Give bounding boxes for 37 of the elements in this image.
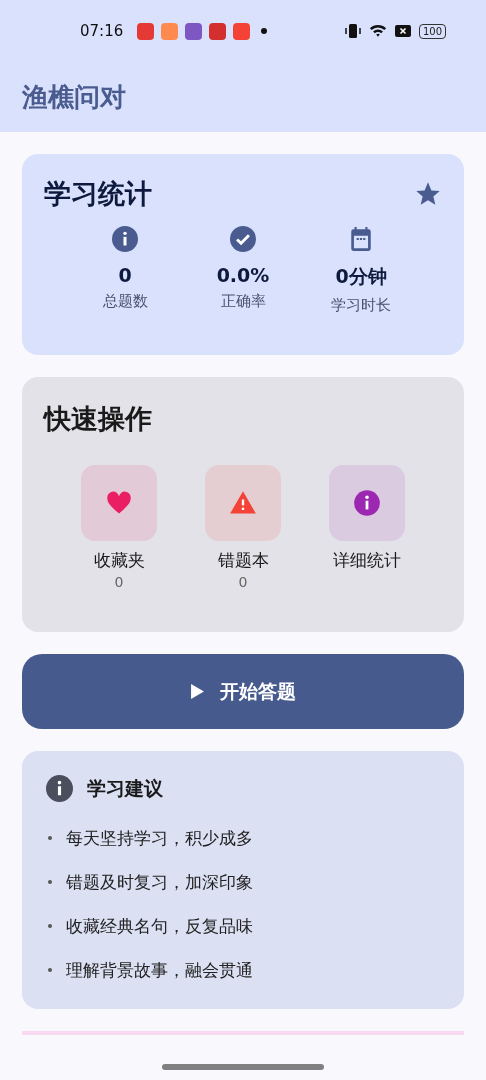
quick-action-count: 0 xyxy=(114,574,124,590)
quick-action-tile[interactable] xyxy=(205,465,281,541)
tip-text: 错题及时复习，加深印象 xyxy=(66,870,253,894)
bullet-icon xyxy=(48,880,52,884)
bullet-icon xyxy=(48,968,52,972)
no-sim-icon xyxy=(393,22,412,40)
stat-label: 正确率 xyxy=(220,292,266,311)
quick-action-label: 详细统计 xyxy=(333,549,401,572)
more-notifications-icon xyxy=(261,28,268,34)
info-icon xyxy=(46,775,73,802)
tips-title: 学习建议 xyxy=(87,775,163,801)
quick-action-tile[interactable] xyxy=(329,465,405,541)
info-icon xyxy=(112,226,138,252)
quick-action-label: 错题本 xyxy=(217,549,269,572)
quick-action-count: 0 xyxy=(238,574,248,590)
battery-indicator: 100 xyxy=(418,23,446,39)
calendar-icon xyxy=(348,226,374,252)
tip-text: 理解背景故事，融会贯通 xyxy=(66,958,253,982)
stat-label: 总题数 xyxy=(102,292,148,311)
stat-value: 0分钟 xyxy=(335,264,387,289)
tip-text: 每天坚持学习，积少成多 xyxy=(66,826,253,850)
bullet-icon xyxy=(48,924,52,928)
card-title: 学习统计 xyxy=(44,177,152,211)
card-title: 快速操作 xyxy=(44,403,152,434)
tip-text: 收藏经典名句，反复品味 xyxy=(66,914,253,938)
app-title: 渔樵问对 xyxy=(22,80,126,114)
quick-action-label: 收藏夹 xyxy=(93,549,145,572)
bullet-icon xyxy=(48,836,52,840)
status-time: 07:16 xyxy=(80,22,124,40)
check-circle-icon xyxy=(230,226,256,252)
stat-value: 0.0% xyxy=(216,264,270,286)
stat-label: 学习时长 xyxy=(331,296,391,315)
play-icon xyxy=(190,684,204,699)
start-quiz-button[interactable]: 开始答题 xyxy=(22,654,464,729)
vibrate-icon xyxy=(343,22,362,40)
stat-value: 0 xyxy=(118,264,132,286)
quick-action-tile[interactable] xyxy=(81,465,157,541)
